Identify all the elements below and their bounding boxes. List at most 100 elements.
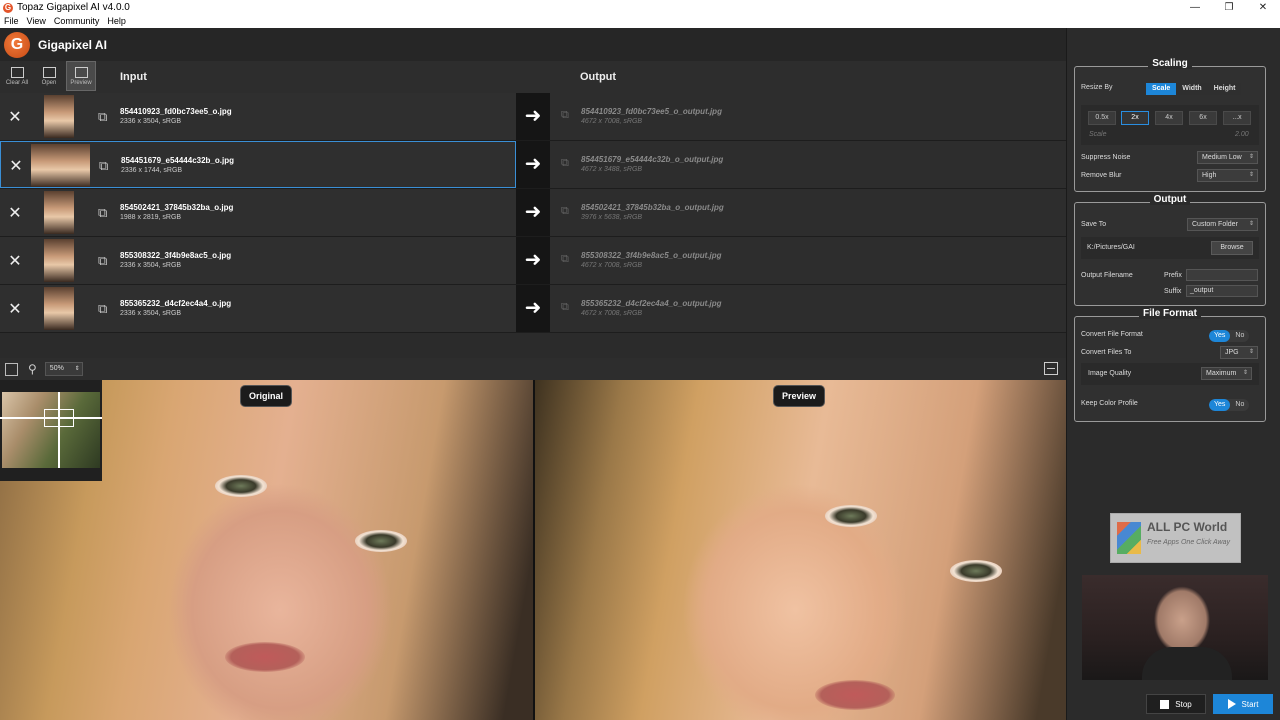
output-filename: 854451679_e54444c32b_o_output.jpg <box>581 155 724 164</box>
output-cell: ⧉ 854410923_fd0bc73ee5_o_output.jpg 4672… <box>550 93 1066 140</box>
file-format-section: File Format Convert File Format Yes No C… <box>1074 308 1266 422</box>
resize-width-option[interactable]: Width <box>1176 83 1208 95</box>
convert-format-yes[interactable]: Yes <box>1209 330 1231 342</box>
output-preview-pane[interactable]: Preview <box>535 380 1066 720</box>
resize-scale-option[interactable]: Scale <box>1146 83 1177 95</box>
open-external-icon[interactable]: ⧉ <box>98 109 107 125</box>
input-meta: 2336 x 3504, sRGB <box>120 262 182 269</box>
browse-button[interactable]: Browse <box>1211 241 1253 255</box>
output-filename: 855308322_3f4b9e8ac5_o_output.jpg <box>581 251 722 260</box>
input-cell[interactable]: ✕ ⧉ 855308322_3f4b9e8ac5_o.jpg 2336 x 35… <box>0 237 516 284</box>
lips-detail <box>225 642 305 672</box>
input-cell[interactable]: ✕ ⧉ 855365232_d4cf2ec4a4_o.jpg 2336 x 35… <box>0 285 516 332</box>
clear-all-button[interactable]: Clear All <box>2 61 32 91</box>
minimize-button[interactable]: — <box>1178 0 1212 15</box>
zoom-select[interactable]: 50% ⇕ <box>44 362 83 376</box>
output-open-icon[interactable]: ⧉ <box>561 253 569 266</box>
output-filename: 854502421_37845b32ba_o_output.jpg <box>581 203 724 212</box>
image-quality-row: Image Quality Maximum ⇕ <box>1081 363 1259 385</box>
suppress-noise-select[interactable]: Medium Low ⇕ <box>1197 151 1258 164</box>
output-cell: ⧉ 855365232_d4cf2ec4a4_o_output.jpg 4672… <box>550 285 1066 332</box>
output-meta: 3976 x 5638, sRGB <box>581 214 643 221</box>
input-column-header: Input <box>120 71 147 83</box>
collapse-preview-icon[interactable] <box>1044 362 1058 375</box>
eye-detail <box>825 505 877 527</box>
output-open-icon[interactable]: ⧉ <box>561 109 569 122</box>
output-title: Output <box>1149 194 1191 205</box>
windows-logo-icon <box>1117 522 1141 554</box>
open-external-icon[interactable]: ⧉ <box>98 253 107 269</box>
input-cell[interactable]: ✕ ⧉ 854451679_e54444c32b_o.jpg 2336 x 17… <box>0 141 516 188</box>
keep-profile-label: Keep Color Profile <box>1081 400 1138 407</box>
stop-button[interactable]: Stop <box>1146 694 1206 714</box>
file-row[interactable]: ✕ ⧉ 855308322_3f4b9e8ac5_o.jpg 2336 x 35… <box>0 237 1066 285</box>
file-row[interactable]: ✕ ⧉ 854410923_fd0bc73ee5_o.jpg 2336 x 35… <box>0 93 1066 141</box>
output-filename: 854410923_fd0bc73ee5_o_output.jpg <box>581 107 722 116</box>
keep-profile-yes[interactable]: Yes <box>1209 399 1231 411</box>
save-to-select[interactable]: Custom Folder ⇕ <box>1187 218 1258 231</box>
menu-community[interactable]: Community <box>50 15 104 28</box>
restore-button[interactable]: ❐ <box>1212 0 1246 15</box>
input-meta: 1988 x 2819, sRGB <box>120 214 182 221</box>
save-to-value: Custom Folder <box>1192 221 1238 228</box>
remove-icon[interactable]: ✕ <box>8 251 22 270</box>
open-external-icon[interactable]: ⧉ <box>99 158 108 174</box>
prefix-field[interactable] <box>1186 269 1258 281</box>
zoom-value: 50% <box>49 365 64 372</box>
output-open-icon[interactable]: ⧉ <box>561 157 569 170</box>
menu-bar: File View Community Help <box>0 15 1280 28</box>
convert-format-toggle[interactable]: Yes No <box>1209 330 1250 342</box>
input-thumbnail <box>44 287 74 330</box>
image-quality-select[interactable]: Maximum ⇕ <box>1201 367 1252 380</box>
remove-icon[interactable]: ✕ <box>8 107 22 126</box>
output-open-icon[interactable]: ⧉ <box>561 205 569 218</box>
remove-icon[interactable]: ✕ <box>8 203 22 222</box>
fit-view-icon[interactable] <box>5 362 18 376</box>
menu-view[interactable]: View <box>23 15 50 28</box>
arrow-right-icon: ➜ <box>516 285 550 332</box>
spinner-icon: ⇕ <box>74 366 80 372</box>
scale-4x-button[interactable]: 4x <box>1155 111 1183 125</box>
menu-help[interactable]: Help <box>103 15 130 28</box>
convert-format-label: Convert File Format <box>1081 331 1143 338</box>
resize-height-option[interactable]: Height <box>1207 83 1242 95</box>
app-header: G Gigapixel AI <box>0 28 1066 61</box>
input-filename: 855365232_d4cf2ec4a4_o.jpg <box>120 299 232 308</box>
scale-label: Scale <box>1089 131 1107 138</box>
input-thumbnail <box>44 95 74 138</box>
remove-blur-select[interactable]: High ⇕ <box>1197 169 1258 182</box>
open-external-icon[interactable]: ⧉ <box>98 205 107 221</box>
keep-profile-no[interactable]: No <box>1230 399 1249 411</box>
scale-6x-button[interactable]: 6x <box>1189 111 1217 125</box>
window-title: Topaz Gigapixel AI v4.0.0 <box>17 2 130 13</box>
scale-value[interactable]: 2.00 <box>1235 131 1249 138</box>
open-external-icon[interactable]: ⧉ <box>98 301 107 317</box>
zoom-icon[interactable]: ⚲ <box>28 362 37 376</box>
spinner-icon: ⇕ <box>1242 370 1248 376</box>
remove-icon[interactable]: ✕ <box>8 299 22 318</box>
output-open-icon[interactable]: ⧉ <box>561 301 569 314</box>
convert-to-select[interactable]: JPG ⇕ <box>1220 346 1258 359</box>
navigator-thumbnail[interactable] <box>0 380 102 481</box>
convert-format-no[interactable]: No <box>1230 330 1249 342</box>
scale-0-5x-button[interactable]: 0.5x <box>1088 111 1116 125</box>
menu-file[interactable]: File <box>0 15 23 28</box>
input-cell[interactable]: ✕ ⧉ 854410923_fd0bc73ee5_o.jpg 2336 x 35… <box>0 93 516 140</box>
close-window-button[interactable]: ✕ <box>1246 0 1280 15</box>
convert-to-label: Convert Files To <box>1081 349 1132 356</box>
file-row[interactable]: ✕ ⧉ 854451679_e54444c32b_o.jpg 2336 x 17… <box>0 141 1066 189</box>
scale-2x-button[interactable]: 2x <box>1121 111 1149 125</box>
start-label: Start <box>1241 699 1259 709</box>
keep-profile-toggle[interactable]: Yes No <box>1209 399 1250 411</box>
output-section: Output Save To Custom Folder ⇕ K:/Picture… <box>1074 194 1266 306</box>
scale-custom-button[interactable]: ...x <box>1223 111 1251 125</box>
preview-button[interactable]: Preview <box>66 61 96 91</box>
navigator-viewport[interactable] <box>44 409 74 427</box>
remove-icon[interactable]: ✕ <box>9 156 23 175</box>
file-row[interactable]: ✕ ⧉ 855365232_d4cf2ec4a4_o.jpg 2336 x 35… <box>0 285 1066 333</box>
suffix-field[interactable]: _output <box>1186 285 1258 297</box>
open-button[interactable]: Open <box>34 61 64 91</box>
file-row[interactable]: ✕ ⧉ 854502421_37845b32ba_o.jpg 1988 x 28… <box>0 189 1066 237</box>
start-button[interactable]: Start <box>1213 694 1273 714</box>
input-cell[interactable]: ✕ ⧉ 854502421_37845b32ba_o.jpg 1988 x 28… <box>0 189 516 236</box>
